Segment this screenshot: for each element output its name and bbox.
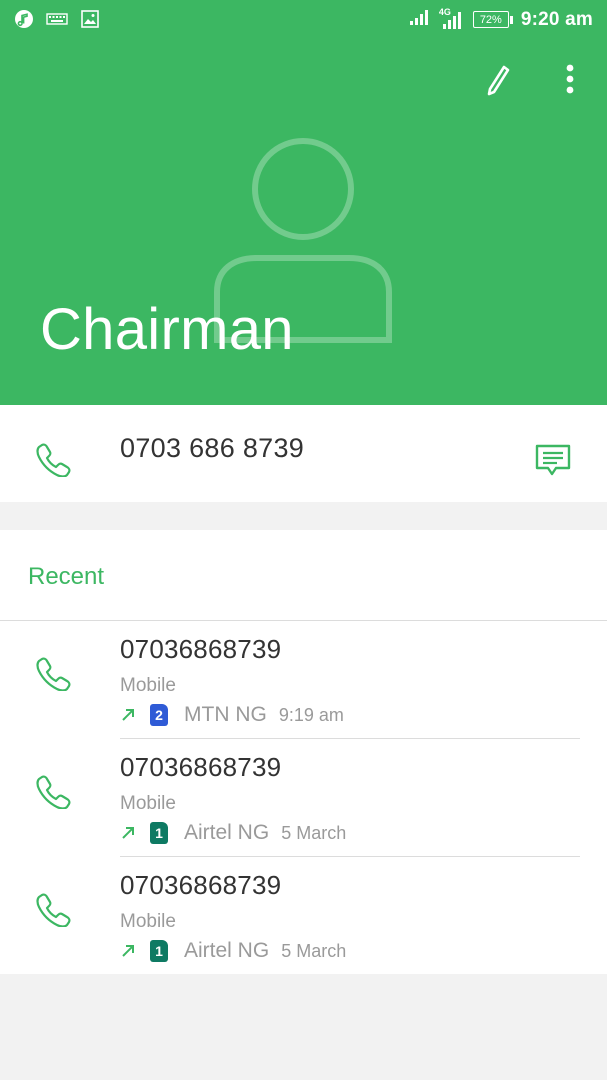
outgoing-call-arrow-icon <box>122 827 134 839</box>
status-right-icons: 4G 72% 9:20 am <box>409 7 593 31</box>
contact-phone-number[interactable]: 0703 686 8739 <box>120 433 304 464</box>
outgoing-call-arrow-icon <box>122 709 134 721</box>
phone-icon[interactable] <box>35 441 71 477</box>
call-number: 07036868739 <box>120 870 282 900</box>
battery-icon: 72% <box>472 11 513 28</box>
call-number: 07036868739 <box>120 752 282 782</box>
call-number-type: Mobile <box>120 793 176 814</box>
music-icon <box>14 9 34 34</box>
battery-level: 72% <box>472 11 509 28</box>
recent-calls-section: Recent 07036868739 Mobile 2 MTN NG 9:19 … <box>0 530 607 974</box>
more-options-button[interactable] <box>556 62 584 98</box>
call-time: 9:19 am <box>278 704 344 725</box>
call-carrier: Airtel NG <box>184 939 270 962</box>
more-vert-icon <box>566 64 574 94</box>
phone-icon[interactable] <box>35 891 71 927</box>
image-icon <box>80 9 100 34</box>
signal-icon <box>409 8 431 31</box>
edit-contact-button[interactable] <box>482 62 516 98</box>
contact-name: Chairman <box>40 297 294 362</box>
call-carrier: MTN NG <box>184 703 267 726</box>
call-log-row[interactable]: 07036868739 Mobile 1 Airtel NG 5 March <box>0 857 607 975</box>
keyboard-icon <box>46 12 68 31</box>
edit-pencil-icon <box>487 65 510 96</box>
message-icon <box>535 444 571 476</box>
recent-section-title: Recent <box>28 563 105 590</box>
contact-header: 4G 72% 9:20 am Chairman <box>0 0 607 405</box>
call-meta: 1 Airtel NG 5 March <box>120 821 346 845</box>
call-log-row[interactable]: 07036868739 Mobile 1 Airtel NG 5 March <box>0 739 607 857</box>
signal-4g-icon: 4G <box>439 7 465 31</box>
status-left-icons <box>14 9 100 34</box>
status-bar: 4G 72% 9:20 am <box>0 0 607 42</box>
call-meta: 1 Airtel NG 5 March <box>120 939 346 963</box>
call-time: 5 March <box>281 940 347 961</box>
phone-number-row[interactable]: 0703 686 8739 <box>0 405 607 502</box>
call-number-type: Mobile <box>120 911 176 932</box>
sim-card-icon: 1 <box>150 940 168 962</box>
sim-card-icon: 1 <box>150 822 168 844</box>
outgoing-call-arrow-icon <box>122 945 134 957</box>
phone-icon[interactable] <box>35 773 71 809</box>
status-time: 9:20 am <box>520 8 593 30</box>
call-number: 07036868739 <box>120 634 282 664</box>
call-number-type: Mobile <box>120 675 176 696</box>
call-meta: 2 MTN NG 9:19 am <box>120 703 344 727</box>
send-message-button[interactable] <box>534 442 572 478</box>
sim-card-icon: 2 <box>150 704 168 726</box>
call-carrier: Airtel NG <box>184 821 270 844</box>
phone-icon[interactable] <box>35 655 71 691</box>
call-log-row[interactable]: 07036868739 Mobile 2 MTN NG 9:19 am <box>0 621 607 739</box>
call-time: 5 March <box>281 822 347 843</box>
